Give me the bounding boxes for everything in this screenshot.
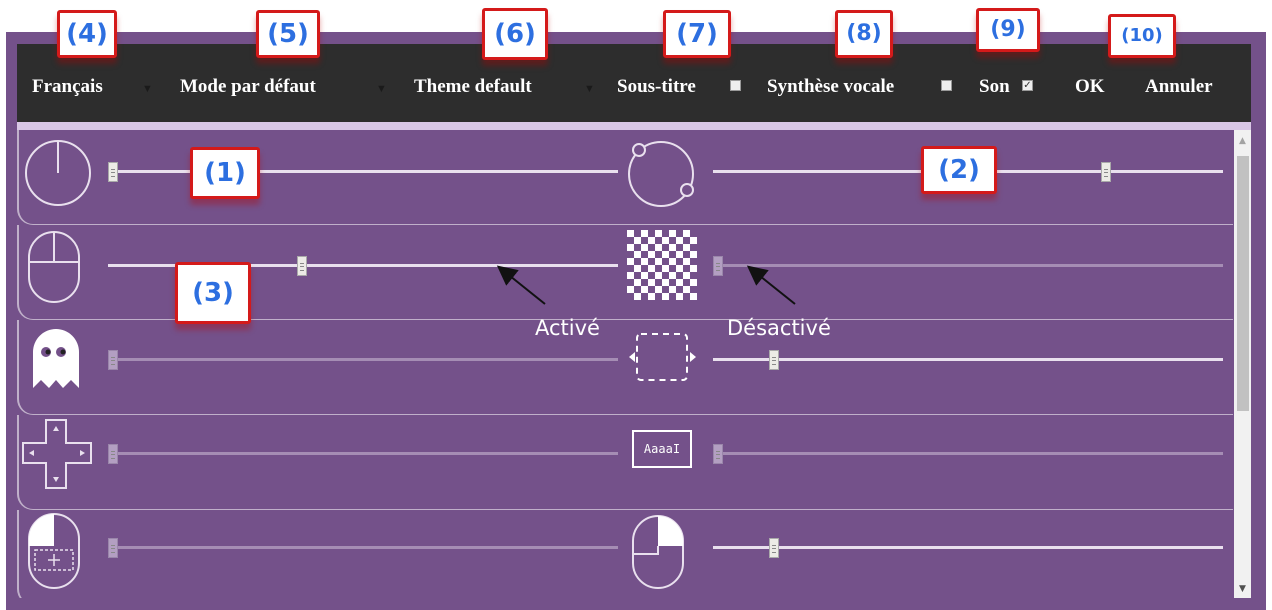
- callout-2: (2): [921, 146, 997, 194]
- callout-8: (8): [835, 10, 893, 58]
- callout-1: (1): [190, 147, 260, 199]
- callout-9: (9): [976, 8, 1040, 52]
- disabled-annotation: Désactivé: [727, 316, 831, 340]
- callout-3: (3): [175, 262, 251, 324]
- callout-10: (10): [1108, 14, 1176, 58]
- enabled-annotation: Activé: [535, 316, 600, 340]
- callout-7: (7): [663, 10, 731, 58]
- callout-4: (4): [57, 10, 117, 58]
- callout-6: (6): [482, 8, 548, 60]
- callout-5: (5): [256, 10, 320, 58]
